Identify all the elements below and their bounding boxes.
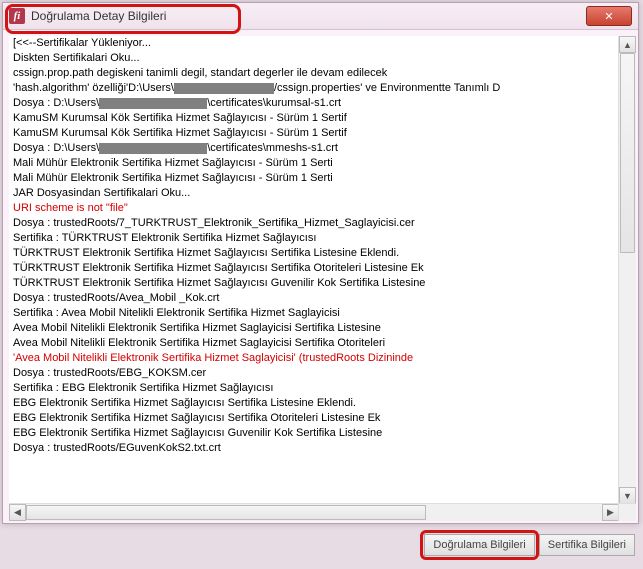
log-line: Sertifika : Avea Mobil Nitelikli Elektro…: [9, 306, 619, 321]
log-line: Avea Mobil Nitelikli Elektronik Sertifik…: [9, 336, 619, 351]
scroll-corner: [618, 503, 636, 521]
log-line: Diskten Sertifikalari Oku...: [9, 51, 619, 66]
scroll-up-arrow-icon[interactable]: ▲: [619, 36, 636, 53]
redacted-segment: [99, 98, 207, 109]
log-line: TÜRKTRUST Elektronik Sertifika Hizmet Sa…: [9, 246, 619, 261]
log-line: KamuSM Kurumsal Kök Sertifika Hizmet Sağ…: [9, 126, 619, 141]
scroll-down-arrow-icon[interactable]: ▼: [619, 487, 636, 504]
log-line: Mali Mühür Elektronik Sertifika Hizmet S…: [9, 171, 619, 186]
log-content-area: [<<--Sertifikalar Yükleniyor...Diskten S…: [9, 36, 636, 521]
log-line: Avea Mobil Nitelikli Elektronik Sertifik…: [9, 321, 619, 336]
close-icon: ✕: [604, 10, 613, 23]
log-line: [<<--Sertifikalar Yükleniyor...: [9, 36, 619, 51]
dogrulama-bilgileri-button[interactable]: Doğrulama Bilgileri: [424, 534, 534, 556]
bottom-button-bar: Doğrulama Bilgileri Sertifika Bilgileri: [0, 528, 643, 562]
dogrulama-button-highlight-annotation: Doğrulama Bilgileri: [420, 530, 538, 560]
log-line: URI scheme is not "file": [9, 201, 619, 216]
titlebar[interactable]: fi Doğrulama Detay Bilgileri ✕: [3, 3, 638, 30]
vertical-scrollbar[interactable]: ▲ ▼: [618, 36, 636, 504]
log-line: TÜRKTRUST Elektronik Sertifika Hizmet Sa…: [9, 261, 619, 276]
log-line: Dosya : D:\Users\\certificates\mmeshs-s1…: [9, 141, 619, 156]
close-button[interactable]: ✕: [586, 6, 632, 26]
scroll-h-thumb[interactable]: [26, 505, 426, 520]
log-line: Mali Mühür Elektronik Sertifika Hizmet S…: [9, 156, 619, 171]
redacted-segment: [174, 83, 274, 94]
horizontal-scrollbar[interactable]: ◀ ▶: [9, 503, 619, 521]
log-text-pane[interactable]: [<<--Sertifikalar Yükleniyor...Diskten S…: [9, 36, 619, 504]
log-line: Dosya : trustedRoots/Avea_Mobil _Kok.crt: [9, 291, 619, 306]
log-line: KamuSM Kurumsal Kök Sertifika Hizmet Sağ…: [9, 111, 619, 126]
log-line: cssign.prop.path degiskeni tanimli degil…: [9, 66, 619, 81]
log-line: Sertifika : EBG Elektronik Sertifika Hiz…: [9, 381, 619, 396]
log-line: 'hash.algorithm' özelliği'D:\Users\/cssi…: [9, 81, 619, 96]
app-icon: fi: [9, 8, 25, 24]
scroll-right-arrow-icon[interactable]: ▶: [602, 504, 619, 521]
log-line: EBG Elektronik Sertifika Hizmet Sağlayıc…: [9, 426, 619, 441]
redacted-segment: [99, 143, 207, 154]
scroll-left-arrow-icon[interactable]: ◀: [9, 504, 26, 521]
window-title: Doğrulama Detay Bilgileri: [31, 9, 166, 23]
scroll-v-thumb[interactable]: [620, 53, 635, 253]
log-line: EBG Elektronik Sertifika Hizmet Sağlayıc…: [9, 396, 619, 411]
dialog-window: fi Doğrulama Detay Bilgileri ✕ [<<--Sert…: [2, 2, 639, 524]
log-line: Dosya : trustedRoots/EGuvenKokS2.txt.crt: [9, 441, 619, 456]
log-line: Dosya : trustedRoots/EBG_KOKSM.cer: [9, 366, 619, 381]
log-line: Dosya : trustedRoots/7_TURKTRUST_Elektro…: [9, 216, 619, 231]
log-line: JAR Dosyasindan Sertifikalari Oku...: [9, 186, 619, 201]
log-line: TÜRKTRUST Elektronik Sertifika Hizmet Sa…: [9, 276, 619, 291]
log-line: Dosya : D:\Users\\certificates\kurumsal-…: [9, 96, 619, 111]
log-line: 'Avea Mobil Nitelikli Elektronik Sertifi…: [9, 351, 619, 366]
sertifika-bilgileri-button[interactable]: Sertifika Bilgileri: [539, 534, 635, 556]
log-line: EBG Elektronik Sertifika Hizmet Sağlayıc…: [9, 411, 619, 426]
log-line: Sertifika : TÜRKTRUST Elektronik Sertifi…: [9, 231, 619, 246]
